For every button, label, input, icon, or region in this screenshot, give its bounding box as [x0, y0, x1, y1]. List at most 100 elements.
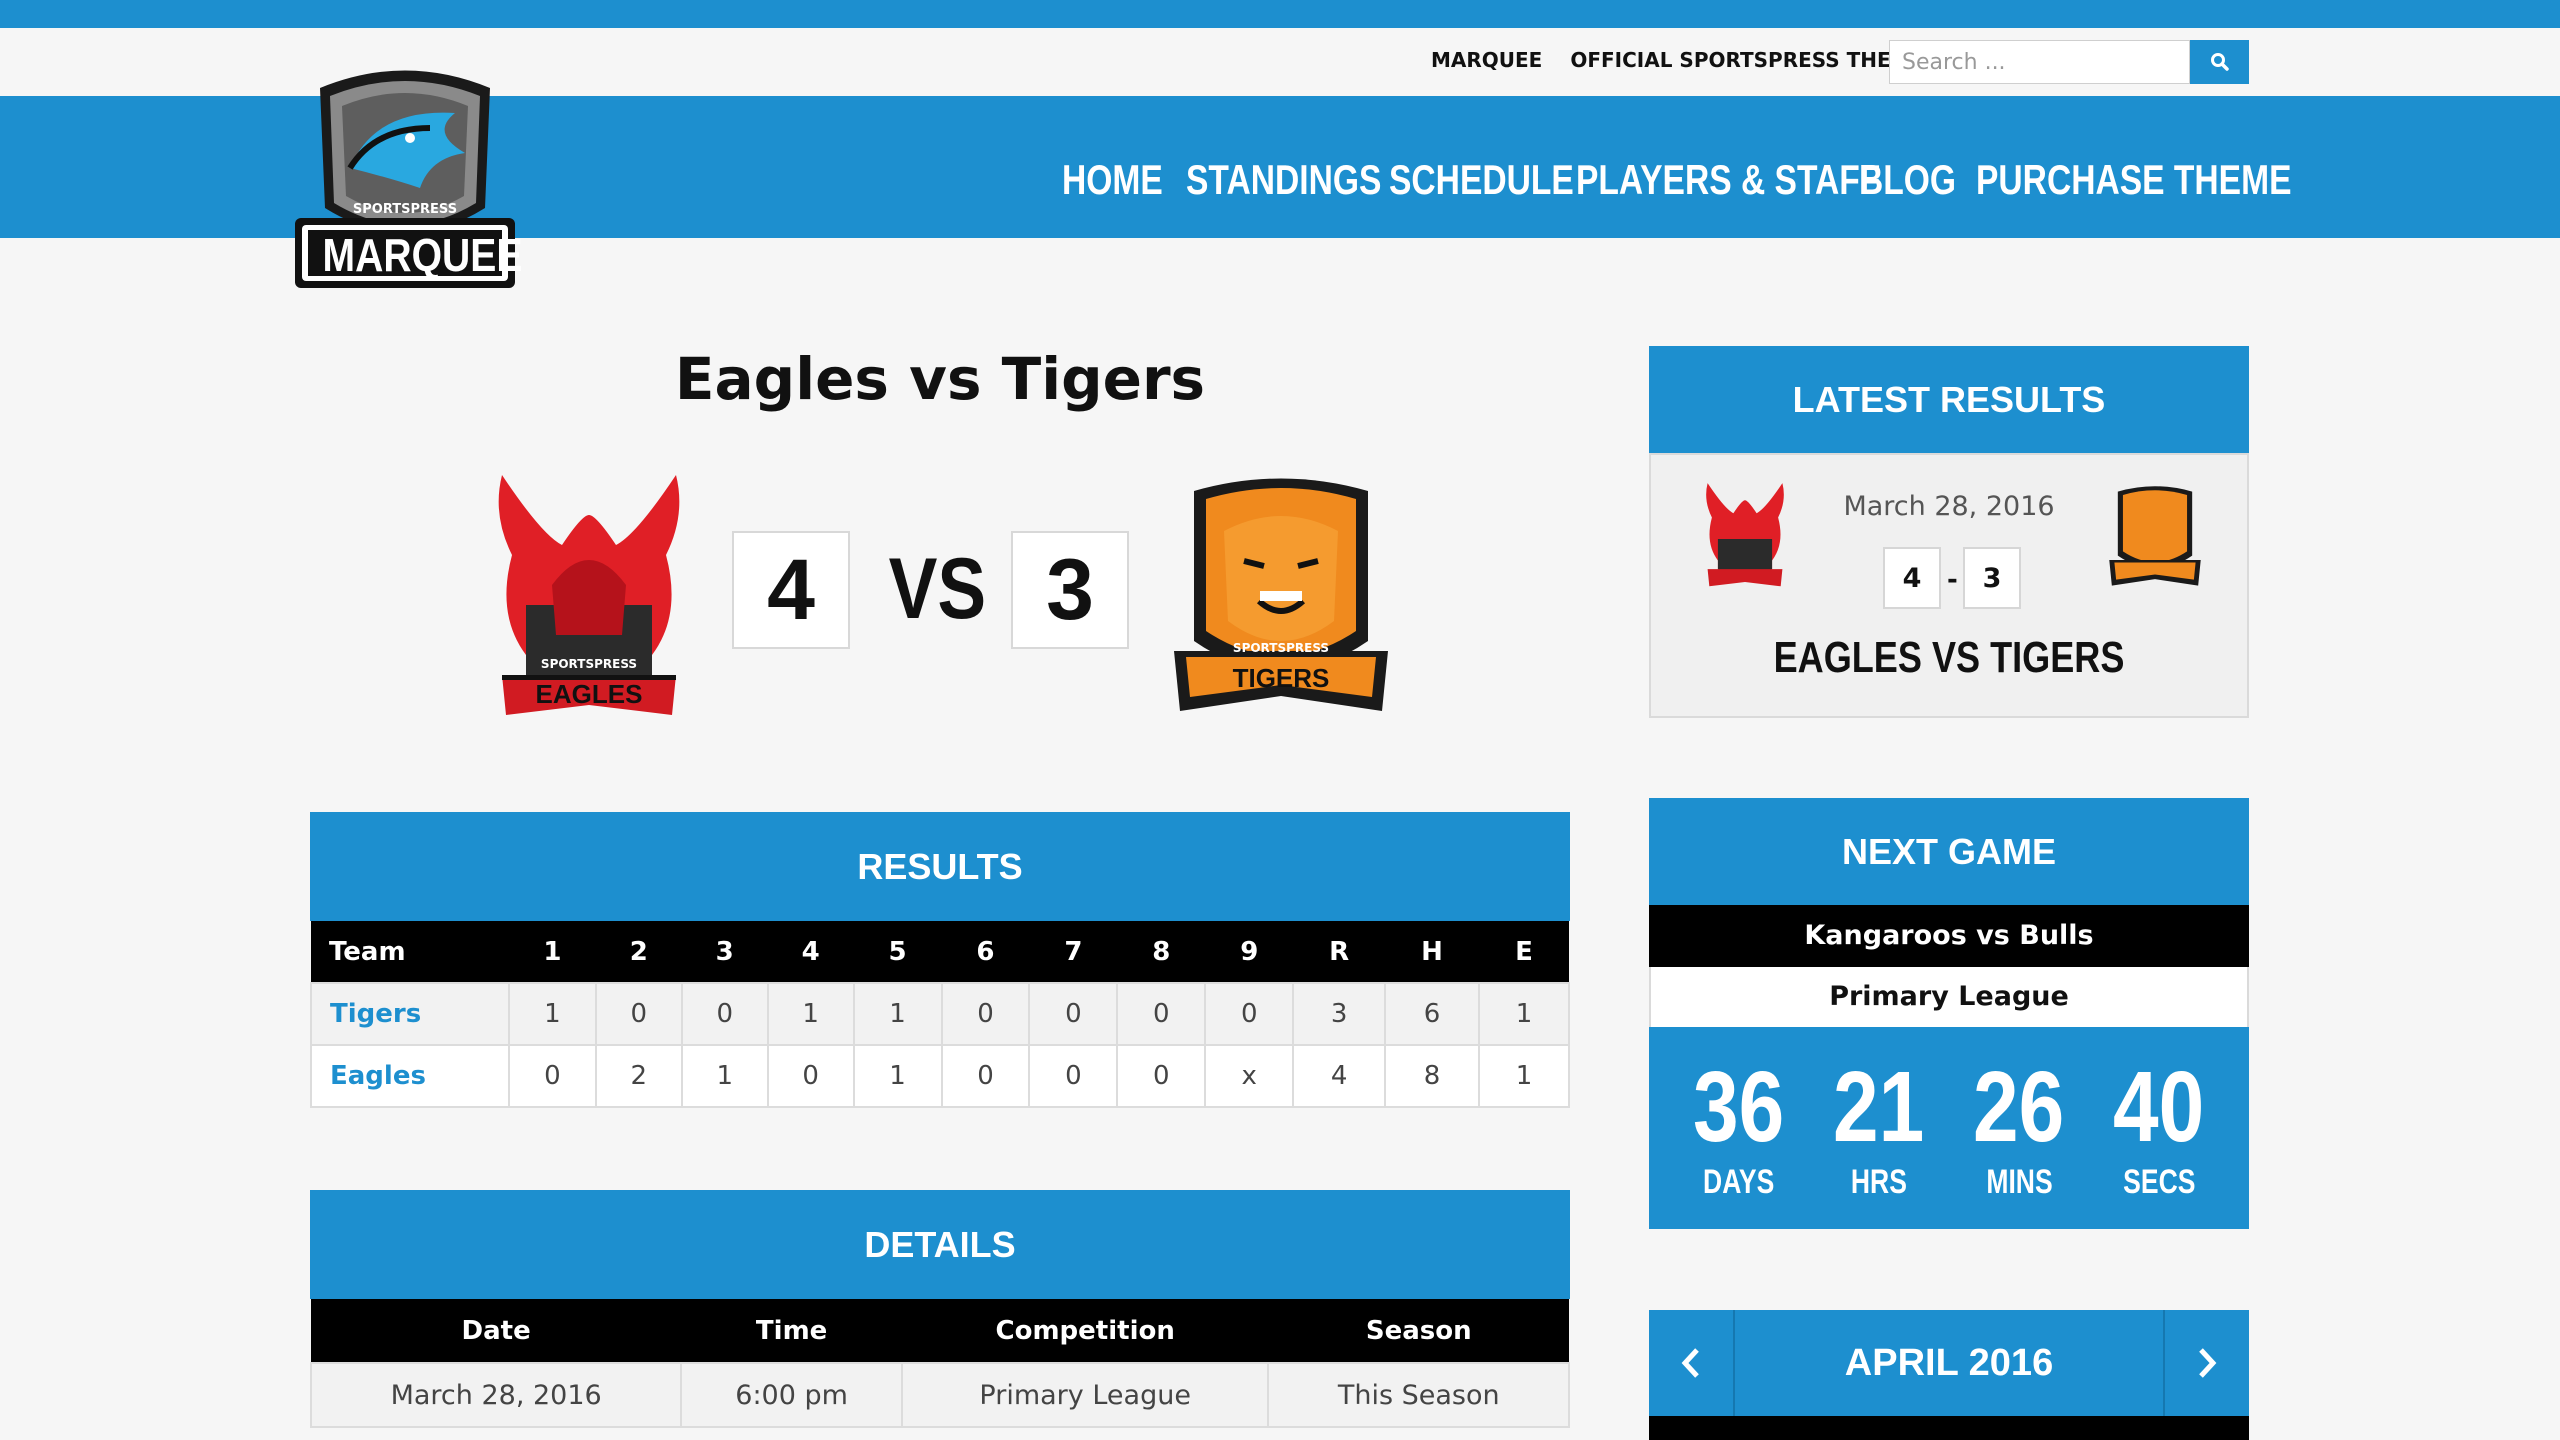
details-table: Date Time Competition Season March 28, 2…: [309, 1299, 1570, 1428]
tigers-logo-top: SPORTSPRESS: [1232, 641, 1330, 655]
countdown: 36 DAYS 21 HRS 26 MINS 40 SECS: [1649, 1027, 2249, 1229]
detail-time: 6:00 pm: [680, 1362, 903, 1428]
vs-label: VS: [888, 541, 987, 637]
table-cell: 1: [507, 982, 597, 1046]
away-score: 3: [1011, 531, 1129, 649]
calendar-header: APRIL 2016: [1649, 1310, 2249, 1416]
table-cell: 0: [1028, 982, 1119, 1046]
col-inning-2: 2: [595, 921, 682, 983]
countdown-mins-value: 26: [1973, 1051, 2065, 1163]
table-cell: 8: [1384, 1044, 1481, 1108]
search-button[interactable]: [2190, 40, 2249, 84]
countdown-secs: 40 SECS: [2094, 1027, 2224, 1229]
next-game-matchup[interactable]: Kangaroos vs Bulls: [1649, 905, 2249, 967]
col-time: Time: [681, 1299, 902, 1363]
latest-results-heading: LATEST RESULTS: [1649, 346, 2249, 453]
countdown-hours-label: HRS: [1850, 1163, 1907, 1201]
col-inning-4: 4: [767, 921, 854, 983]
nav-purchase-theme[interactable]: PURCHASE THEME: [1976, 156, 2292, 204]
latest-score-dash: -: [1947, 565, 1958, 595]
col-inning-9: 9: [1205, 921, 1294, 983]
top-link-marquee[interactable]: MARQUEE: [1431, 48, 1542, 72]
latest-results-card[interactable]: March 28, 2016 4 - 3 EAGLES VS TIGERS: [1649, 453, 2249, 718]
table-cell: 1: [1478, 1044, 1570, 1108]
home-score: 4: [732, 531, 850, 649]
nav-standings[interactable]: STANDINGS: [1186, 156, 1381, 204]
team-link-tigers[interactable]: Tigers: [310, 982, 510, 1046]
logo-main-text: MARQUEE: [322, 229, 523, 281]
countdown-days: 36 DAYS: [1674, 1027, 1804, 1229]
calendar-weekday-row: [1649, 1416, 2249, 1440]
chevron-right-icon: [2199, 1348, 2217, 1378]
table-cell: 0: [594, 982, 683, 1046]
table-cell: 1: [1478, 982, 1570, 1046]
countdown-hours-value: 21: [1833, 1051, 1925, 1163]
table-cell: 3: [1292, 982, 1387, 1046]
table-cell: 0: [507, 1044, 597, 1108]
table-cell: 0: [1204, 982, 1295, 1046]
table-row: Eagles 0 2 1 0 1 0 0 0 x 4 8 1: [310, 1044, 1570, 1108]
countdown-days-value: 36: [1693, 1051, 1785, 1163]
search-icon: [2210, 53, 2229, 71]
next-game-league: Primary League: [1649, 967, 2249, 1027]
table-cell: 1: [852, 1044, 943, 1108]
table-cell: 0: [680, 982, 769, 1046]
calendar-month-title: APRIL 2016: [1844, 1341, 2054, 1384]
col-date: Date: [311, 1299, 682, 1363]
table-cell: 6: [1384, 982, 1481, 1046]
detail-competition: Primary League: [900, 1362, 1270, 1428]
results-header-row: Team 1 2 3 4 5 6 7 8 9 R H E: [311, 921, 1569, 983]
countdown-mins: 26 MINS: [1954, 1027, 2084, 1229]
table-cell: 0: [1116, 982, 1207, 1046]
team-link-eagles[interactable]: Eagles: [310, 1044, 510, 1108]
table-cell: 0: [940, 982, 1031, 1046]
table-cell: 0: [766, 1044, 855, 1108]
table-cell: 0: [940, 1044, 1031, 1108]
tigers-team-logo[interactable]: SPORTSPRESS TIGERS: [1164, 471, 1398, 733]
col-team: Team: [311, 921, 509, 983]
calendar-next-button[interactable]: [2163, 1310, 2249, 1416]
table-row: March 28, 2016 6:00 pm Primary League Th…: [309, 1362, 1570, 1428]
results-heading: RESULTS: [310, 812, 1570, 921]
table-cell: 1: [680, 1044, 769, 1108]
table-cell: 1: [852, 982, 943, 1046]
site-logo[interactable]: SPORTSPRESS MARQUEE: [280, 58, 530, 298]
calendar-prev-button[interactable]: [1649, 1310, 1735, 1416]
match-title: Eagles vs Tigers: [674, 345, 1206, 413]
eagles-logo-name: EAGLES: [535, 679, 643, 709]
latest-home-score: 4: [1883, 547, 1941, 609]
col-season: Season: [1268, 1299, 1569, 1363]
tigers-mini-logo: [2109, 486, 2201, 586]
latest-result-title: EAGLES VS TIGERS: [1773, 633, 2125, 682]
search-input[interactable]: [1889, 40, 2190, 84]
detail-season: This Season: [1267, 1362, 1570, 1428]
main-nav: HOME STANDINGS SCHEDULE PLAYERS & STAFF …: [1062, 156, 2292, 212]
logo-top-text: SPORTSPRESS: [352, 202, 458, 217]
countdown-mins-label: MINS: [1985, 1163, 2053, 1201]
nav-players-staff[interactable]: PLAYERS & STAFF: [1576, 156, 1880, 204]
col-inning-3: 3: [681, 921, 768, 983]
col-runs: R: [1293, 921, 1386, 983]
countdown-days-label: DAYS: [1703, 1163, 1775, 1201]
detail-date: March 28, 2016: [309, 1362, 683, 1428]
table-cell: 0: [1116, 1044, 1207, 1108]
countdown-hours: 21 HRS: [1814, 1027, 1944, 1229]
top-link-official-theme[interactable]: OFFICIAL SPORTSPRESS THEME: [1570, 48, 1924, 72]
nav-blog[interactable]: BLOG: [1859, 156, 1956, 204]
latest-away-score: 3: [1963, 547, 2021, 609]
col-inning-8: 8: [1117, 921, 1206, 983]
eagles-logo-top: SPORTSPRESS: [540, 657, 638, 671]
table-row: Tigers 1 0 0 1 1 0 0 0 0 3 6 1: [310, 982, 1570, 1046]
nav-home[interactable]: HOME: [1062, 156, 1163, 204]
search-form: [1889, 40, 2249, 84]
countdown-secs-label: SECS: [2122, 1163, 2196, 1201]
top-links: MARQUEE OFFICIAL SPORTSPRESS THEME: [1431, 48, 1924, 72]
nav-schedule[interactable]: SCHEDULE: [1389, 156, 1574, 204]
tigers-logo-name: TIGERS: [1232, 663, 1330, 693]
col-inning-1: 1: [508, 921, 596, 983]
table-cell: 0: [1028, 1044, 1119, 1108]
countdown-secs-value: 40: [2113, 1051, 2205, 1163]
details-heading: DETAILS: [310, 1190, 1570, 1299]
eagles-team-logo[interactable]: SPORTSPRESS EAGLES: [482, 475, 696, 735]
table-cell: 4: [1292, 1044, 1387, 1108]
